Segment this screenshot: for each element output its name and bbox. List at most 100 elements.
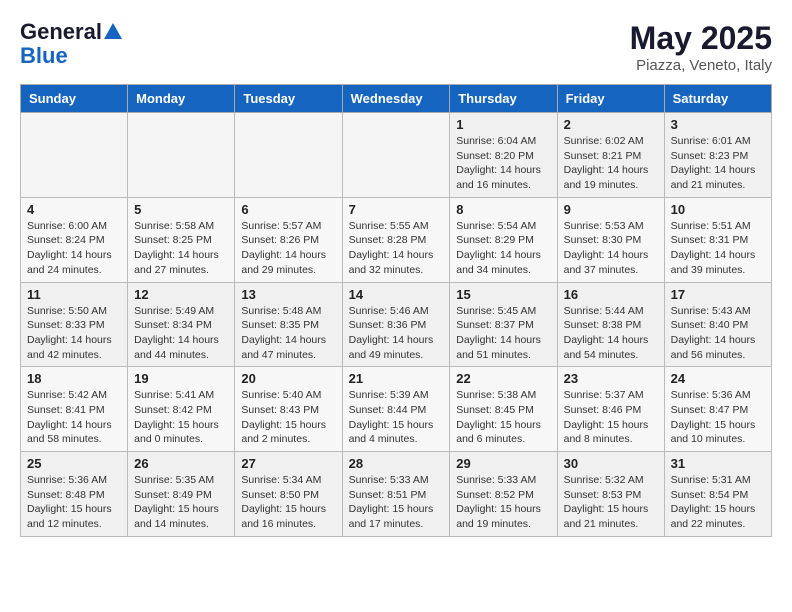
day-number: 21 <box>349 371 444 386</box>
calendar-cell: 9 Sunrise: 5:53 AM Sunset: 8:30 PM Daylig… <box>557 197 664 282</box>
title-block: May 2025 Piazza, Veneto, Italy <box>630 20 772 74</box>
day-info: Sunrise: 5:43 AM Sunset: 8:40 PM Dayligh… <box>671 304 765 363</box>
month-title: May 2025 <box>630 20 772 57</box>
calendar-cell: 6 Sunrise: 5:57 AM Sunset: 8:26 PM Daylig… <box>235 197 342 282</box>
day-info: Sunrise: 5:44 AM Sunset: 8:38 PM Dayligh… <box>564 304 658 363</box>
day-number: 10 <box>671 202 765 217</box>
calendar-week-row: 25 Sunrise: 5:36 AM Sunset: 8:48 PM Dayli… <box>21 452 772 537</box>
day-info: Sunrise: 5:49 AM Sunset: 8:34 PM Dayligh… <box>134 304 228 363</box>
day-info: Sunrise: 5:36 AM Sunset: 8:48 PM Dayligh… <box>27 473 121 532</box>
calendar-header-row: SundayMondayTuesdayWednesdayThursdayFrid… <box>21 85 772 113</box>
day-info: Sunrise: 5:57 AM Sunset: 8:26 PM Dayligh… <box>241 219 335 278</box>
day-number: 23 <box>564 371 658 386</box>
calendar-cell: 2 Sunrise: 6:02 AM Sunset: 8:21 PM Daylig… <box>557 113 664 198</box>
day-number: 11 <box>27 287 121 302</box>
calendar-cell: 31Sunrise: 5:31 AM Sunset: 8:54 PM Dayli… <box>664 452 771 537</box>
day-info: Sunrise: 5:50 AM Sunset: 8:33 PM Dayligh… <box>27 304 121 363</box>
day-number: 16 <box>564 287 658 302</box>
calendar-cell <box>21 113 128 198</box>
day-number: 14 <box>349 287 444 302</box>
calendar-week-row: 18 Sunrise: 5:42 AM Sunset: 8:41 PM Dayli… <box>21 367 772 452</box>
logo-blue: Blue <box>20 43 68 68</box>
day-number: 15 <box>456 287 550 302</box>
calendar-day-header-thursday: Thursday <box>450 85 557 113</box>
calendar-cell: 10 Sunrise: 5:51 AM Sunset: 8:31 PM Dayli… <box>664 197 771 282</box>
calendar-cell: 28 Sunrise: 5:33 AM Sunset: 8:51 PM Dayli… <box>342 452 450 537</box>
day-number: 28 <box>349 456 444 471</box>
day-info: Sunrise: 5:42 AM Sunset: 8:41 PM Dayligh… <box>27 388 121 447</box>
day-info: Sunrise: 5:54 AM Sunset: 8:29 PM Dayligh… <box>456 219 550 278</box>
calendar-day-header-saturday: Saturday <box>664 85 771 113</box>
calendar-cell: 15 Sunrise: 5:45 AM Sunset: 8:37 PM Dayli… <box>450 282 557 367</box>
calendar-day-header-wednesday: Wednesday <box>342 85 450 113</box>
calendar-cell: 12 Sunrise: 5:49 AM Sunset: 8:34 PM Dayli… <box>128 282 235 367</box>
calendar-cell: 29Sunrise: 5:33 AM Sunset: 8:52 PM Dayli… <box>450 452 557 537</box>
day-number: 18 <box>27 371 121 386</box>
day-number: 3 <box>671 117 765 132</box>
calendar-cell <box>342 113 450 198</box>
calendar-cell: 21 Sunrise: 5:39 AM Sunset: 8:44 PM Dayli… <box>342 367 450 452</box>
calendar-week-row: 4 Sunrise: 6:00 AM Sunset: 8:24 PM Daylig… <box>21 197 772 282</box>
day-number: 13 <box>241 287 335 302</box>
calendar-cell: 13Sunrise: 5:48 AM Sunset: 8:35 PM Dayli… <box>235 282 342 367</box>
day-number: 9 <box>564 202 658 217</box>
calendar-cell: 3 Sunrise: 6:01 AM Sunset: 8:23 PM Daylig… <box>664 113 771 198</box>
day-number: 24 <box>671 371 765 386</box>
calendar-cell: 1Sunrise: 6:04 AM Sunset: 8:20 PM Daylig… <box>450 113 557 198</box>
day-info: Sunrise: 5:36 AM Sunset: 8:47 PM Dayligh… <box>671 388 765 447</box>
day-info: Sunrise: 5:33 AM Sunset: 8:51 PM Dayligh… <box>349 473 444 532</box>
calendar-cell: 20 Sunrise: 5:40 AM Sunset: 8:43 PM Dayli… <box>235 367 342 452</box>
day-info: Sunrise: 5:37 AM Sunset: 8:46 PM Dayligh… <box>564 388 658 447</box>
calendar-cell: 18 Sunrise: 5:42 AM Sunset: 8:41 PM Dayli… <box>21 367 128 452</box>
day-info: Sunrise: 5:45 AM Sunset: 8:37 PM Dayligh… <box>456 304 550 363</box>
calendar-cell: 24 Sunrise: 5:36 AM Sunset: 8:47 PM Dayli… <box>664 367 771 452</box>
calendar-cell: 26Sunrise: 5:35 AM Sunset: 8:49 PM Dayli… <box>128 452 235 537</box>
day-number: 6 <box>241 202 335 217</box>
day-info: Sunrise: 5:32 AM Sunset: 8:53 PM Dayligh… <box>564 473 658 532</box>
day-number: 12 <box>134 287 228 302</box>
calendar-cell <box>235 113 342 198</box>
day-number: 1 <box>456 117 550 132</box>
day-number: 27 <box>241 456 335 471</box>
calendar-cell: 17 Sunrise: 5:43 AM Sunset: 8:40 PM Dayli… <box>664 282 771 367</box>
calendar-week-row: 11 Sunrise: 5:50 AM Sunset: 8:33 PM Dayli… <box>21 282 772 367</box>
calendar-week-row: 1Sunrise: 6:04 AM Sunset: 8:20 PM Daylig… <box>21 113 772 198</box>
day-number: 31 <box>671 456 765 471</box>
day-info: Sunrise: 6:00 AM Sunset: 8:24 PM Dayligh… <box>27 219 121 278</box>
page: General Blue May 2025 Piazza, Veneto, It… <box>0 0 792 547</box>
calendar-cell: 22 Sunrise: 5:38 AM Sunset: 8:45 PM Dayli… <box>450 367 557 452</box>
day-number: 22 <box>456 371 550 386</box>
day-info: Sunrise: 5:46 AM Sunset: 8:36 PM Dayligh… <box>349 304 444 363</box>
calendar: SundayMondayTuesdayWednesdayThursdayFrid… <box>20 84 772 537</box>
day-number: 2 <box>564 117 658 132</box>
logo: General Blue <box>20 20 124 68</box>
day-number: 4 <box>27 202 121 217</box>
day-info: Sunrise: 5:35 AM Sunset: 8:49 PM Dayligh… <box>134 473 228 532</box>
calendar-day-header-sunday: Sunday <box>21 85 128 113</box>
location-title: Piazza, Veneto, Italy <box>630 57 772 74</box>
logo-text: General <box>20 20 102 44</box>
day-number: 17 <box>671 287 765 302</box>
calendar-cell: 19Sunrise: 5:41 AM Sunset: 8:42 PM Dayli… <box>128 367 235 452</box>
day-info: Sunrise: 5:40 AM Sunset: 8:43 PM Dayligh… <box>241 388 335 447</box>
day-info: Sunrise: 6:01 AM Sunset: 8:23 PM Dayligh… <box>671 134 765 193</box>
calendar-cell <box>128 113 235 198</box>
header: General Blue May 2025 Piazza, Veneto, It… <box>20 20 772 74</box>
day-number: 20 <box>241 371 335 386</box>
calendar-cell: 14 Sunrise: 5:46 AM Sunset: 8:36 PM Dayli… <box>342 282 450 367</box>
calendar-cell: 5Sunrise: 5:58 AM Sunset: 8:25 PM Daylig… <box>128 197 235 282</box>
day-info: Sunrise: 5:53 AM Sunset: 8:30 PM Dayligh… <box>564 219 658 278</box>
calendar-cell: 8Sunrise: 5:54 AM Sunset: 8:29 PM Daylig… <box>450 197 557 282</box>
calendar-cell: 30Sunrise: 5:32 AM Sunset: 8:53 PM Dayli… <box>557 452 664 537</box>
day-info: Sunrise: 6:02 AM Sunset: 8:21 PM Dayligh… <box>564 134 658 193</box>
day-number: 7 <box>349 202 444 217</box>
calendar-cell: 25 Sunrise: 5:36 AM Sunset: 8:48 PM Dayli… <box>21 452 128 537</box>
calendar-day-header-tuesday: Tuesday <box>235 85 342 113</box>
day-number: 25 <box>27 456 121 471</box>
calendar-cell: 11 Sunrise: 5:50 AM Sunset: 8:33 PM Dayli… <box>21 282 128 367</box>
day-info: Sunrise: 5:58 AM Sunset: 8:25 PM Dayligh… <box>134 219 228 278</box>
calendar-cell: 7Sunrise: 5:55 AM Sunset: 8:28 PM Daylig… <box>342 197 450 282</box>
day-info: Sunrise: 5:38 AM Sunset: 8:45 PM Dayligh… <box>456 388 550 447</box>
day-info: Sunrise: 5:51 AM Sunset: 8:31 PM Dayligh… <box>671 219 765 278</box>
day-info: Sunrise: 5:39 AM Sunset: 8:44 PM Dayligh… <box>349 388 444 447</box>
